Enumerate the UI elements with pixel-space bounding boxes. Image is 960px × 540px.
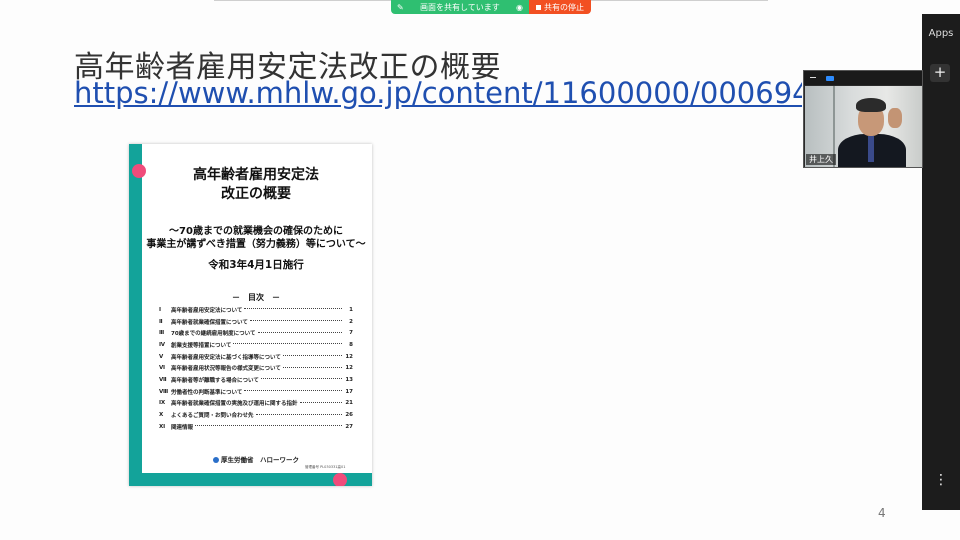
doc-date: 令和3年4月1日施行 [208, 259, 304, 271]
toc-leader [257, 331, 342, 333]
toc-row: Ⅰ 高年齢者雇用安定法について 1 [159, 304, 353, 316]
video-toolbar [804, 71, 922, 85]
slide-link[interactable]: https://www.mhlw.go.jp/content/11600000/… [74, 76, 802, 110]
doc-dot-bottom [333, 473, 347, 486]
pencil-icon[interactable]: ✎ [397, 3, 404, 12]
share-screen-bar: ✎ 画面を共有しています ◉ 共有の停止 [391, 0, 591, 14]
toc-page: 12 [345, 353, 353, 360]
slide-page-number: 4 [878, 506, 886, 520]
participant-name: 井上久 [806, 154, 836, 165]
doc-code: 管理番号 PL030331高01 [305, 465, 346, 469]
toc-row: Ⅸ 高年齢者就業確保措置の実施及び運用に関する指針 21 [159, 398, 353, 410]
toc-num: Ⅴ [159, 353, 164, 360]
toc-text: 高年齢者等が離職する場合について [171, 377, 259, 384]
doc-org-label: 厚生労働省 ハローワーク [221, 456, 299, 464]
toc-leader [249, 320, 342, 322]
toc-text: 労働者性の判断基準について [171, 389, 243, 396]
toc-text: 高年齢者雇用安定法に基づく指導等について [171, 354, 281, 361]
toc-leader [255, 413, 342, 415]
doc-dot-top [132, 164, 146, 178]
toc-heading: － 目次 － [232, 293, 280, 302]
toc-num: Ⅷ [159, 388, 169, 395]
doc-title: 高年齢者雇用安定法 改正の概要 [149, 166, 363, 204]
toc-row: Ⅷ 労働者性の判断基準について 17 [159, 386, 353, 398]
toc-num: Ⅸ [159, 400, 166, 407]
add-app-button[interactable]: + [930, 64, 950, 82]
participant-hand [888, 108, 902, 128]
doc-title-line: 高年齢者雇用安定法 [193, 167, 319, 183]
more-options-icon[interactable]: ⋮ [922, 472, 960, 488]
share-status[interactable]: ✎ 画面を共有しています ◉ [391, 0, 529, 14]
toc-page: 17 [345, 388, 353, 395]
toc-leader [282, 355, 342, 357]
toc-leader [282, 366, 342, 368]
toc-page: 1 [349, 306, 353, 313]
toc-page: 13 [345, 376, 353, 383]
toc-text: 70歳までの継続雇用制度について [171, 331, 256, 338]
shield-icon[interactable]: ◉ [516, 3, 523, 12]
participant-tie [868, 136, 874, 162]
toc-num: Ⅲ [159, 330, 165, 337]
participant-hair [856, 98, 886, 112]
toc-page: 26 [345, 412, 353, 419]
share-status-label: 画面を共有しています [419, 2, 500, 12]
toc-text: 関連情報 [171, 424, 194, 431]
toc-row: Ⅺ 関連情報 27 [159, 421, 353, 433]
toc-num: Ⅶ [159, 376, 167, 383]
toc-row: Ⅵ 高年齢者雇用状況等報告の様式変更について 12 [159, 362, 353, 374]
doc-title-line: 改正の概要 [221, 186, 291, 202]
toc-text: 高年齢者雇用状況等報告の様式変更について [171, 366, 281, 373]
toc-num: Ⅰ [159, 306, 162, 313]
toc-page: 21 [345, 400, 353, 407]
toc-num: Ⅺ [159, 423, 166, 430]
toc-text: 高年齢者雇用安定法について [171, 307, 243, 314]
doc-band-left [129, 144, 142, 486]
participant-video-tile[interactable]: 井上久 [803, 70, 923, 168]
toc-leader [195, 425, 342, 427]
doc-subtitle: ～70歳までの就業機会の確保のために 事業主が講ずべき措置（努力義務）等について… [145, 225, 367, 251]
toc-text: 創業支援等措置について [171, 342, 232, 349]
doc-org: 厚生労働省 ハローワーク [149, 454, 363, 464]
toc-text: よくあるご質問・お問い合わせ先 [171, 413, 254, 420]
table-of-contents: Ⅰ 高年齢者雇用安定法について 1 Ⅱ 高年齢者就業確保措置について 2 Ⅲ 70歳までの… [159, 304, 353, 433]
toc-num: Ⅳ [159, 341, 166, 348]
toc-page: 2 [349, 318, 353, 325]
toc-text: 高年齢者就業確保措置について [171, 319, 248, 326]
toc-num: Ⅱ [159, 318, 163, 325]
document-thumbnail: 高年齢者雇用安定法 改正の概要 ～70歳までの就業機会の確保のために 事業主が講… [129, 144, 372, 486]
toc-page: 27 [345, 423, 353, 430]
toc-row: Ⅱ 高年齢者就業確保措置について 2 [159, 316, 353, 328]
toc-leader [260, 378, 342, 380]
stop-icon [536, 4, 541, 10]
toc-row: Ⅳ 創業支援等措置について 8 [159, 339, 353, 351]
toc-num: Ⅹ [159, 412, 164, 419]
toc-row: Ⅶ 高年齢者等が離職する場合について 13 [159, 374, 353, 386]
stop-share-label: 共有の停止 [544, 2, 584, 12]
toc-page: 7 [349, 330, 353, 337]
ministry-logo-icon [213, 457, 219, 463]
toc-leader [299, 401, 342, 403]
stop-share-button[interactable]: 共有の停止 [529, 0, 591, 14]
doc-subtitle-line: ～70歳までの就業機会の確保のために [169, 226, 343, 237]
toc-page: 8 [349, 341, 353, 348]
toc-leader [244, 308, 342, 310]
toc-row: Ⅹ よくあるご質問・お問い合わせ先 26 [159, 409, 353, 421]
apps-panel: Apps + ⋮ [922, 14, 960, 510]
doc-subtitle-line: 事業主が講ずべき措置（努力義務）等について～ [146, 239, 366, 250]
toc-leader [244, 390, 342, 392]
apps-label[interactable]: Apps [922, 28, 960, 39]
toc-page: 12 [345, 365, 353, 372]
toc-num: Ⅵ [159, 365, 166, 372]
video-view-icon[interactable] [826, 76, 834, 81]
toc-row: Ⅲ 70歳までの継続雇用制度について 7 [159, 327, 353, 339]
toc-row: Ⅴ 高年齢者雇用安定法に基づく指導等について 12 [159, 351, 353, 363]
toc-text: 高年齢者就業確保措置の実施及び運用に関する指針 [171, 401, 298, 408]
minimize-icon[interactable] [810, 77, 816, 78]
toc-leader [233, 343, 342, 345]
